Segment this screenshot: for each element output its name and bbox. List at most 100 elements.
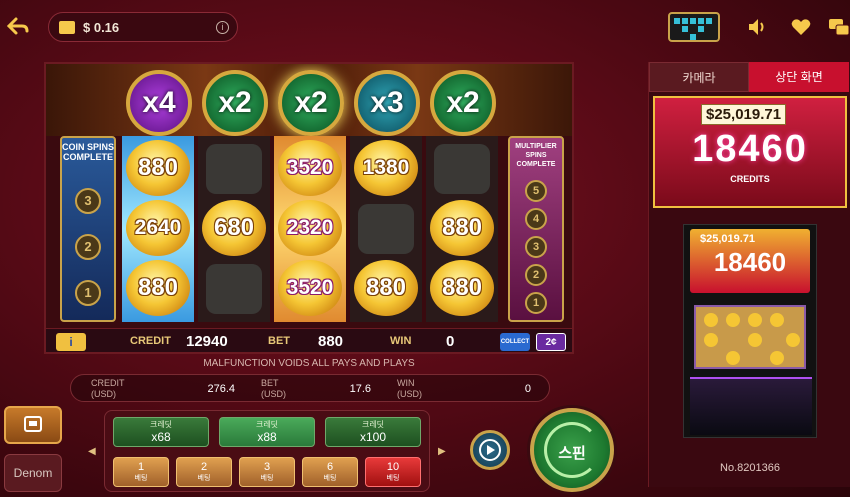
machine-camera-view: $25,019.71 18460 bbox=[683, 224, 817, 438]
denom-button[interactable]: Denom bbox=[4, 454, 62, 492]
denom-indicator[interactable]: 2¢ bbox=[536, 333, 566, 351]
cabinet-base bbox=[690, 377, 812, 435]
bet-option[interactable]: 6 베팅 bbox=[302, 457, 358, 487]
multiplier-spin-counter: 3 bbox=[525, 236, 547, 258]
bet-option[interactable]: 1 베팅 bbox=[113, 457, 169, 487]
back-arrow-icon[interactable] bbox=[6, 14, 30, 38]
credit-option[interactable]: 크레딧 x68 bbox=[113, 417, 209, 447]
bet-option-label: 베팅 bbox=[323, 475, 337, 482]
credit-option-label: 크레딧 bbox=[361, 420, 385, 429]
autoplay-button[interactable] bbox=[470, 430, 510, 470]
multiplier-spins-title: MULTIPLIER SPINS COMPLETE bbox=[515, 143, 557, 168]
coin-symbol: 3520 bbox=[278, 260, 342, 316]
coin-symbol: 2320 bbox=[278, 200, 342, 256]
bet-option-label: 베팅 bbox=[386, 475, 400, 482]
credit-option-value: x68 bbox=[151, 430, 171, 444]
blank-symbol bbox=[434, 144, 490, 194]
bet-option-label: 베팅 bbox=[197, 475, 211, 482]
multiplier-spin-counter: 5 bbox=[525, 180, 547, 202]
sound-icon[interactable] bbox=[746, 16, 768, 38]
wallet-balance[interactable]: $ 0.16 i bbox=[48, 12, 238, 42]
autoplay-icon bbox=[479, 439, 501, 461]
multiplier-spin-counter: 2 bbox=[525, 264, 547, 286]
top-bar: $ 0.16 i bbox=[0, 0, 850, 52]
spin-button[interactable]: 스핀 bbox=[530, 408, 614, 492]
reel-3: 3520 2320 3520 bbox=[274, 136, 346, 322]
bet-selector: 크레딧 x68 크레딧 x88 크레딧 x100 1 베팅 2 베팅 3 베팅 … bbox=[104, 410, 430, 492]
grid-menu-icon[interactable] bbox=[668, 12, 720, 42]
multiplier-badge: x2 bbox=[278, 70, 344, 136]
scroll-right-icon[interactable]: ▶ bbox=[438, 446, 446, 457]
game-screen[interactable]: x4 x2 x2 x3 x2 COIN SPINS COMPLETE 3 2 1… bbox=[44, 62, 574, 354]
reel-1: 880 2640 880 bbox=[122, 136, 194, 322]
credit-option[interactable]: 크레딧 x100 bbox=[325, 417, 421, 447]
multiplier-wheels: x4 x2 x2 x3 x2 bbox=[46, 64, 572, 136]
credit-usd-label-text: CREDIT bbox=[91, 378, 125, 388]
coin-symbol: 880 bbox=[354, 260, 418, 316]
cashier-button[interactable] bbox=[4, 406, 62, 444]
credit-option-label: 크레딧 bbox=[255, 420, 279, 429]
multiplier-badge: x2 bbox=[430, 70, 496, 136]
right-panel: 카메라 상단 화면 $25,019.71 18460 CREDITS $25,0… bbox=[648, 62, 850, 487]
credit-option-selected[interactable]: 크레딧 x88 bbox=[219, 417, 315, 447]
jackpot-display: $25,019.71 18460 CREDITS bbox=[653, 96, 847, 208]
coin-spin-counter: 1 bbox=[75, 280, 101, 306]
wallet-icon bbox=[59, 21, 75, 34]
coin-spin-counter: 2 bbox=[75, 234, 101, 260]
coin-symbol: 880 bbox=[430, 200, 494, 256]
coin-spins-title: COIN SPINS COMPLETE bbox=[62, 142, 115, 162]
reel-5: 880 880 bbox=[426, 136, 498, 322]
coin-symbol: 880 bbox=[430, 260, 494, 316]
bet-option-value: 6 bbox=[326, 461, 334, 473]
malfunction-notice: MALFUNCTION VOIDS ALL PAYS AND PLAYS bbox=[203, 358, 415, 369]
coin-symbol: 1380 bbox=[354, 140, 418, 196]
game-info-button[interactable]: i bbox=[56, 333, 86, 351]
jackpot-credits-label: CREDITS bbox=[730, 174, 770, 184]
cabinet-game-screen bbox=[694, 305, 806, 369]
scroll-left-icon[interactable]: ◀ bbox=[88, 446, 96, 457]
info-icon[interactable]: i bbox=[216, 21, 229, 34]
tab-camera[interactable]: 카메라 bbox=[649, 62, 749, 92]
cabinet-top-screen: $25,019.71 18460 bbox=[690, 229, 810, 293]
jackpot-credits: 18460 bbox=[692, 128, 808, 170]
coin-spin-counter: 3 bbox=[75, 188, 101, 214]
bet-option-value: 3 bbox=[263, 461, 271, 473]
win-value: 0 bbox=[446, 333, 455, 350]
coin-symbol: 3520 bbox=[278, 140, 342, 196]
blank-symbol bbox=[206, 264, 262, 314]
credit-value: 12940 bbox=[186, 333, 228, 350]
game-status-bar: i CREDIT 12940 BET 880 WIN 0 COLLECT 2¢ bbox=[46, 328, 572, 352]
bet-option-label: 베팅 bbox=[134, 475, 148, 482]
bet-option-value: 1 bbox=[137, 461, 145, 473]
multiplier-spin-counter: 1 bbox=[525, 292, 547, 314]
blank-symbol bbox=[358, 204, 414, 254]
spin-label: 스핀 bbox=[558, 445, 586, 462]
heart-icon[interactable] bbox=[790, 16, 812, 38]
win-label: WIN bbox=[390, 335, 412, 347]
reel-2: 680 bbox=[198, 136, 270, 322]
multiplier-badge: x3 bbox=[354, 70, 420, 136]
bet-option-selected[interactable]: 10 베팅 bbox=[365, 457, 421, 487]
credit-option-value: x88 bbox=[257, 430, 277, 444]
bet-option[interactable]: 3 베팅 bbox=[239, 457, 295, 487]
reel-4: 1380 880 bbox=[350, 136, 422, 322]
tab-top-screen[interactable]: 상단 화면 bbox=[749, 62, 849, 92]
machine-number: No.8201366 bbox=[720, 462, 780, 474]
coin-spins-panel: COIN SPINS COMPLETE 3 2 1 bbox=[60, 136, 116, 322]
bet-option-label: 베팅 bbox=[260, 475, 274, 482]
control-area: Denom ◀ 크레딧 x68 크레딧 x88 크레딧 x100 1 베팅 2 … bbox=[0, 388, 630, 497]
multiplier-badge: x2 bbox=[202, 70, 268, 136]
credit-label: CREDIT bbox=[130, 335, 171, 347]
bet-value: 880 bbox=[318, 333, 344, 350]
coin-symbol: 880 bbox=[126, 260, 190, 316]
bet-option[interactable]: 2 베팅 bbox=[176, 457, 232, 487]
blank-symbol bbox=[206, 144, 262, 194]
collect-button[interactable]: COLLECT bbox=[500, 333, 530, 351]
language-icon[interactable] bbox=[828, 17, 850, 37]
credit-option-value: x100 bbox=[359, 430, 387, 444]
cabinet-credits: 18460 bbox=[713, 247, 787, 277]
win-usd-label-text: WIN bbox=[397, 378, 415, 388]
multiplier-spin-counter: 4 bbox=[525, 208, 547, 230]
jackpot-amount: $25,019.71 bbox=[701, 104, 787, 125]
coin-symbol: 2640 bbox=[126, 200, 190, 256]
